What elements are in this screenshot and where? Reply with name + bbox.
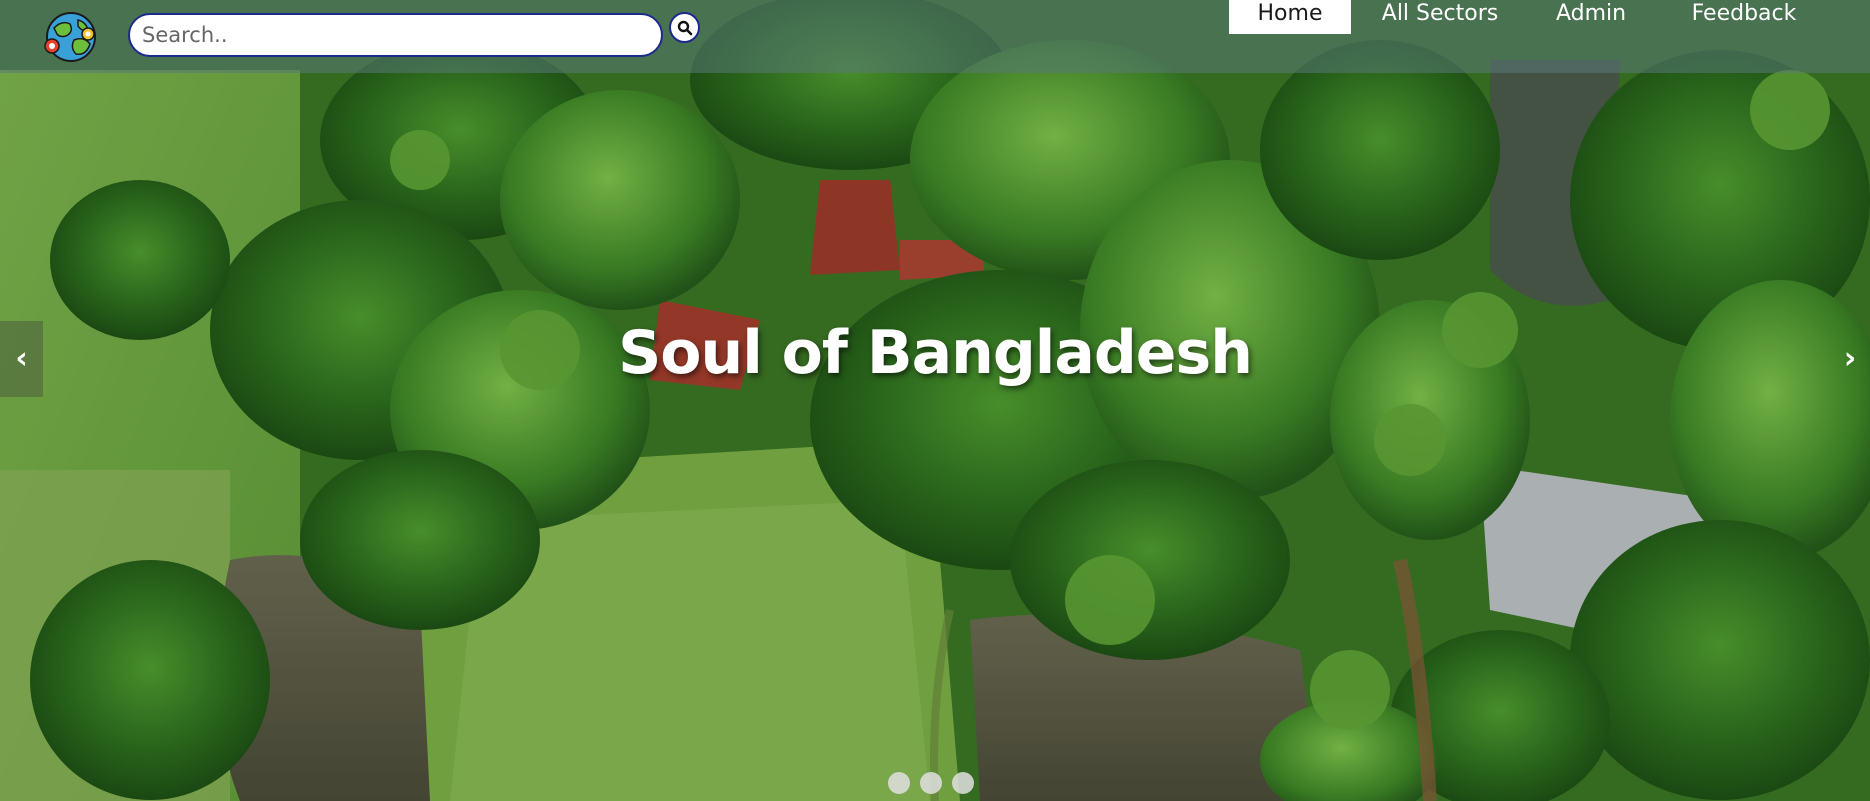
carousel-dot-3[interactable] bbox=[952, 772, 974, 794]
hero-title: Soul of Bangladesh bbox=[618, 318, 1253, 388]
search-input[interactable] bbox=[128, 13, 663, 57]
carousel-next-button[interactable]: › bbox=[1830, 321, 1870, 397]
carousel-dot-1[interactable] bbox=[888, 772, 910, 794]
top-navbar: Home All Sectors Admin Feedback bbox=[0, 0, 1870, 73]
nav-home[interactable]: Home bbox=[1229, 0, 1351, 34]
hero-carousel: Home All Sectors Admin Feedback Soul of … bbox=[0, 0, 1870, 801]
nav-all-sectors[interactable]: All Sectors bbox=[1370, 0, 1510, 34]
search-icon bbox=[677, 20, 693, 36]
hero-background-image bbox=[0, 0, 1870, 801]
nav-feedback[interactable]: Feedback bbox=[1680, 0, 1808, 34]
search-button[interactable] bbox=[669, 12, 700, 43]
globe-logo-icon[interactable] bbox=[44, 10, 98, 64]
nav-admin[interactable]: Admin bbox=[1545, 0, 1637, 34]
carousel-dot-2[interactable] bbox=[920, 772, 942, 794]
carousel-prev-button[interactable]: ‹ bbox=[0, 321, 43, 397]
